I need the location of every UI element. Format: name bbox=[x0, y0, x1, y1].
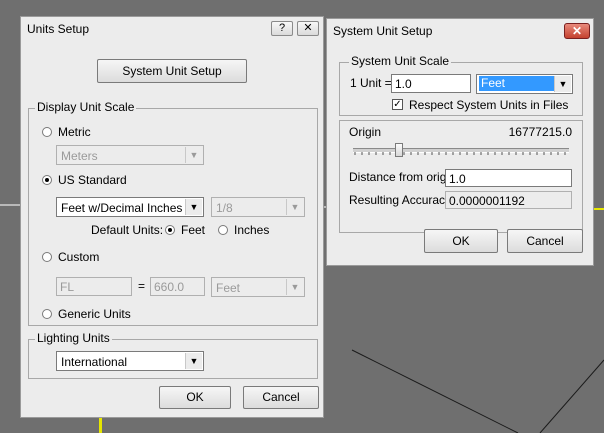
lighting-units-select[interactable]: International ▼ bbox=[56, 351, 204, 371]
units-setup-dialog: Units Setup ? ✕ System Unit Setup Displa… bbox=[20, 16, 324, 418]
custom-amount-value: 660.0 bbox=[154, 280, 185, 294]
checkmark-icon: ✓ bbox=[393, 99, 402, 110]
respect-system-units-checkbox[interactable]: ✓ bbox=[392, 99, 403, 110]
ok-button[interactable]: OK bbox=[159, 386, 231, 409]
custom-amount-field[interactable]: 660.0 bbox=[150, 277, 205, 296]
default-units-feet-radio[interactable] bbox=[165, 225, 175, 235]
metric-unit-value: Meters bbox=[61, 149, 98, 163]
chevron-down-icon: ▼ bbox=[286, 279, 303, 295]
lighting-units-value: International bbox=[61, 355, 128, 369]
close-button[interactable]: ✕ bbox=[297, 21, 319, 36]
custom-unit-value: Feet bbox=[216, 281, 241, 295]
distance-value: 1.0 bbox=[449, 172, 466, 186]
display-unit-scale-label: Display Unit Scale bbox=[35, 100, 137, 114]
system-unit-setup-dialog: System Unit Setup ✕ System Unit Scale 1 … bbox=[326, 18, 594, 266]
generic-units-label: Generic Units bbox=[58, 307, 131, 321]
accuracy-label: Resulting Accuracy: bbox=[349, 193, 455, 207]
custom-radio[interactable] bbox=[42, 252, 52, 262]
chevron-down-icon: ▼ bbox=[286, 199, 303, 215]
close-icon: ✕ bbox=[303, 22, 313, 34]
us-standard-label: US Standard bbox=[58, 173, 127, 187]
system-unit-setup-button[interactable]: System Unit Setup bbox=[97, 59, 247, 83]
close-icon: ✕ bbox=[571, 24, 583, 38]
custom-unit-select[interactable]: Feet ▼ bbox=[211, 277, 305, 297]
equals-label: = bbox=[138, 279, 146, 293]
fraction-select[interactable]: 1/8 ▼ bbox=[211, 197, 305, 217]
dialog-title: Units Setup bbox=[27, 22, 90, 36]
unit-type-select[interactable]: Feet ▼ bbox=[476, 74, 573, 94]
custom-name-value: FL bbox=[60, 280, 75, 294]
origin-value: 16777215.0 bbox=[508, 125, 572, 139]
viewport-grid-line bbox=[594, 208, 604, 210]
feet-label: Feet bbox=[181, 223, 206, 237]
origin-slider[interactable] bbox=[353, 143, 569, 159]
chevron-down-icon: ▼ bbox=[554, 76, 571, 92]
default-units-inches-radio[interactable] bbox=[218, 225, 228, 235]
viewport-grid-line bbox=[99, 418, 102, 433]
distance-label: Distance from origin: bbox=[349, 170, 460, 184]
fraction-value: 1/8 bbox=[216, 201, 233, 215]
origin-label: Origin bbox=[349, 125, 382, 139]
metric-radio[interactable] bbox=[42, 127, 52, 137]
lighting-units-label: Lighting Units bbox=[35, 331, 112, 345]
default-units-label: Default Units: bbox=[91, 223, 164, 237]
question-icon: ? bbox=[278, 22, 286, 34]
distance-field[interactable]: 1.0 bbox=[445, 169, 572, 187]
metric-label: Metric bbox=[58, 125, 91, 139]
us-standard-value: Feet w/Decimal Inches bbox=[61, 201, 183, 215]
viewport-grid-line bbox=[0, 204, 20, 206]
unit-type-value: Feet bbox=[479, 76, 554, 91]
slider-thumb[interactable] bbox=[395, 143, 403, 157]
help-button[interactable]: ? bbox=[271, 21, 293, 36]
accuracy-field: 0.0000001192 bbox=[445, 191, 572, 209]
generic-units-radio[interactable] bbox=[42, 309, 52, 319]
slider-ticks bbox=[354, 152, 566, 155]
inches-label: Inches bbox=[234, 223, 270, 237]
viewport-wireframe bbox=[351, 349, 604, 433]
custom-label: Custom bbox=[58, 250, 100, 264]
unit-label: 1 Unit = bbox=[350, 76, 392, 90]
chevron-down-icon: ▼ bbox=[185, 147, 202, 163]
respect-system-units-label: Respect System Units in Files bbox=[409, 98, 569, 112]
us-standard-radio[interactable] bbox=[42, 175, 52, 185]
close-button[interactable]: ✕ bbox=[564, 23, 590, 39]
chevron-down-icon: ▼ bbox=[185, 353, 202, 369]
custom-name-field[interactable]: FL bbox=[56, 277, 132, 296]
unit-value: 1.0 bbox=[395, 77, 412, 91]
metric-unit-select[interactable]: Meters ▼ bbox=[56, 145, 204, 165]
title-bar: Units Setup ? ✕ bbox=[21, 17, 323, 39]
cancel-button[interactable]: Cancel bbox=[243, 386, 319, 409]
title-bar: System Unit Setup ✕ bbox=[327, 19, 593, 41]
us-standard-select[interactable]: Feet w/Decimal Inches ▼ bbox=[56, 197, 204, 217]
accuracy-value: 0.0000001192 bbox=[449, 194, 525, 208]
system-unit-scale-label: System Unit Scale bbox=[349, 54, 452, 68]
dialog-title: System Unit Setup bbox=[333, 24, 433, 38]
ok-button[interactable]: OK bbox=[424, 229, 498, 253]
cancel-button[interactable]: Cancel bbox=[507, 229, 583, 253]
chevron-down-icon: ▼ bbox=[185, 199, 202, 215]
unit-value-field[interactable]: 1.0 bbox=[391, 74, 471, 93]
